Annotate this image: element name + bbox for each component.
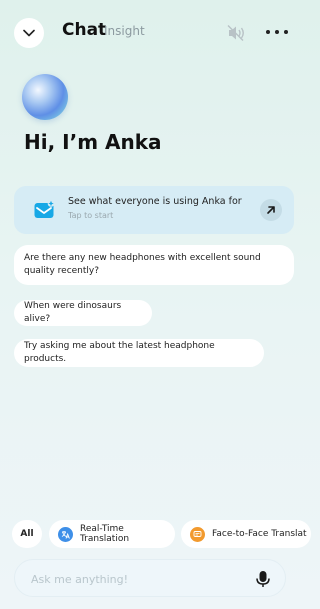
header: Chat Insight xyxy=(14,18,288,48)
chat-input[interactable] xyxy=(31,569,241,589)
category-chips: All Real-Time Translation Face-to-Face T… xyxy=(0,520,311,548)
suggestion-item[interactable]: Try asking me about the latest headphone… xyxy=(14,339,264,367)
chip-label: Face-to-Face Translat xyxy=(212,529,307,539)
chevron-down-icon xyxy=(23,29,35,37)
feature-card-title: See what everyone is using Anka for xyxy=(68,196,242,207)
chip-all[interactable]: All xyxy=(12,520,42,548)
collapse-button[interactable] xyxy=(14,18,44,48)
feature-card-open-button[interactable] xyxy=(260,199,282,221)
translate-icon xyxy=(58,526,73,542)
voice-input-button[interactable] xyxy=(253,569,273,589)
suggestion-item[interactable]: Are there any new headphones with excell… xyxy=(14,245,294,285)
chip-label: Real-Time Translation xyxy=(80,524,130,544)
mute-button[interactable] xyxy=(226,24,246,42)
suggestion-item[interactable]: When were dinosaurs alive? xyxy=(14,300,152,326)
microphone-icon xyxy=(256,571,270,587)
chip-face-to-face-translation[interactable]: Face-to-Face Translat xyxy=(181,520,311,548)
assistant-avatar xyxy=(22,74,68,120)
page-title: Chat xyxy=(62,20,107,40)
more-icon[interactable] xyxy=(266,22,288,42)
arrow-up-right-icon xyxy=(267,206,275,214)
chip-label: All xyxy=(20,529,34,539)
speaker-muted-icon xyxy=(227,25,244,41)
chat-icon xyxy=(190,526,205,542)
feature-card-subtitle: Tap to start xyxy=(68,211,114,220)
greeting-text: Hi, I’m Anka xyxy=(24,130,162,154)
page-subtitle[interactable]: Insight xyxy=(104,24,145,38)
mail-star-icon xyxy=(34,200,54,218)
chip-real-time-translation[interactable]: Real-Time Translation xyxy=(49,520,175,548)
feature-card[interactable]: See what everyone is using Anka for Tap … xyxy=(14,186,294,234)
chat-input-bar xyxy=(14,559,286,597)
